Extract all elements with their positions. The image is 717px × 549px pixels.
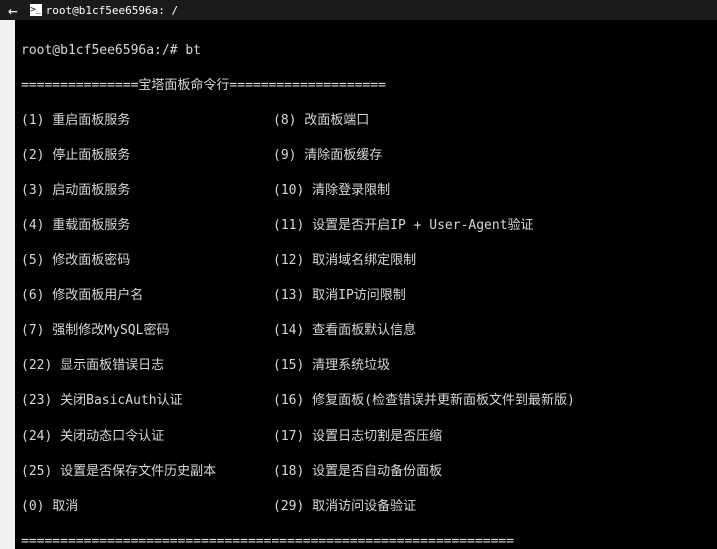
menu-item: (23) 关闭BasicAuth认证 — [21, 392, 273, 410]
back-arrow-icon[interactable]: ← — [8, 1, 18, 20]
menu-item: (22) 显示面板错误日志 — [21, 357, 273, 375]
menu-item: (10) 清除登录限制 — [273, 182, 711, 200]
menu-item: (0) 取消 — [21, 498, 273, 516]
menu-row: (23) 关闭BasicAuth认证(16) 修复面板(检查错误并更新面板文件到… — [21, 392, 711, 410]
menu-row: (5) 修改面板密码(12) 取消域名绑定限制 — [21, 252, 711, 270]
terminal-icon: >_ — [30, 4, 42, 16]
menu-row: (22) 显示面板错误日志(15) 清理系统垃圾 — [21, 357, 711, 375]
menu-row: (2) 停止面板服务(9) 清除面板缓存 — [21, 147, 711, 165]
prompt-line: root@b1cf5ee6596a:/# bt — [21, 42, 711, 60]
menu-item: (15) 清理系统垃圾 — [273, 357, 711, 375]
menu-item: (24) 关闭动态口令认证 — [21, 428, 273, 446]
window-title: root@b1cf5ee6596a: / — [46, 4, 178, 17]
menu-row: (25) 设置是否保存文件历史副本(18) 设置是否自动备份面板 — [21, 463, 711, 481]
terminal-output[interactable]: root@b1cf5ee6596a:/# bt ===============宝… — [15, 20, 717, 549]
menu-row: (3) 启动面板服务(10) 清除登录限制 — [21, 182, 711, 200]
menu-item: (17) 设置日志切割是否压缩 — [273, 428, 711, 446]
menu-row: (24) 关闭动态口令认证(17) 设置日志切割是否压缩 — [21, 428, 711, 446]
menu-row: (4) 重载面板服务(11) 设置是否开启IP + User-Agent验证 — [21, 217, 711, 235]
menu-item: (7) 强制修改MySQL密码 — [21, 322, 273, 340]
menu-item: (4) 重载面板服务 — [21, 217, 273, 235]
menu-row: (6) 修改面板用户名(13) 取消IP访问限制 — [21, 287, 711, 305]
menu-item: (11) 设置是否开启IP + User-Agent验证 — [273, 217, 711, 235]
menu-item: (8) 改面板端口 — [273, 112, 711, 130]
menu-item: (25) 设置是否保存文件历史副本 — [21, 463, 273, 481]
menu-row: (1) 重启面板服务(8) 改面板端口 — [21, 112, 711, 130]
menu-item: (2) 停止面板服务 — [21, 147, 273, 165]
menu-item: (16) 修复面板(检查错误并更新面板文件到最新版) — [273, 392, 711, 410]
menu-item: (9) 清除面板缓存 — [273, 147, 711, 165]
menu-item: (18) 设置是否自动备份面板 — [273, 463, 711, 481]
menu-row: (0) 取消(29) 取消访问设备验证 — [21, 498, 711, 516]
menu-item: (5) 修改面板密码 — [21, 252, 273, 270]
divider: ========================================… — [21, 533, 711, 549]
menu-row: (7) 强制修改MySQL密码(14) 查看面板默认信息 — [21, 322, 711, 340]
menu-item: (14) 查看面板默认信息 — [273, 322, 711, 340]
menu-item: (29) 取消访问设备验证 — [273, 498, 711, 516]
menu-item: (13) 取消IP访问限制 — [273, 287, 711, 305]
menu-item: (1) 重启面板服务 — [21, 112, 273, 130]
menu-item: (12) 取消域名绑定限制 — [273, 252, 711, 270]
menu-item: (3) 启动面板服务 — [21, 182, 273, 200]
header-line: ===============宝塔面板命令行==================… — [21, 77, 711, 95]
window-title-bar: ← >_ root@b1cf5ee6596a: / — [0, 0, 717, 20]
menu-item: (6) 修改面板用户名 — [21, 287, 273, 305]
